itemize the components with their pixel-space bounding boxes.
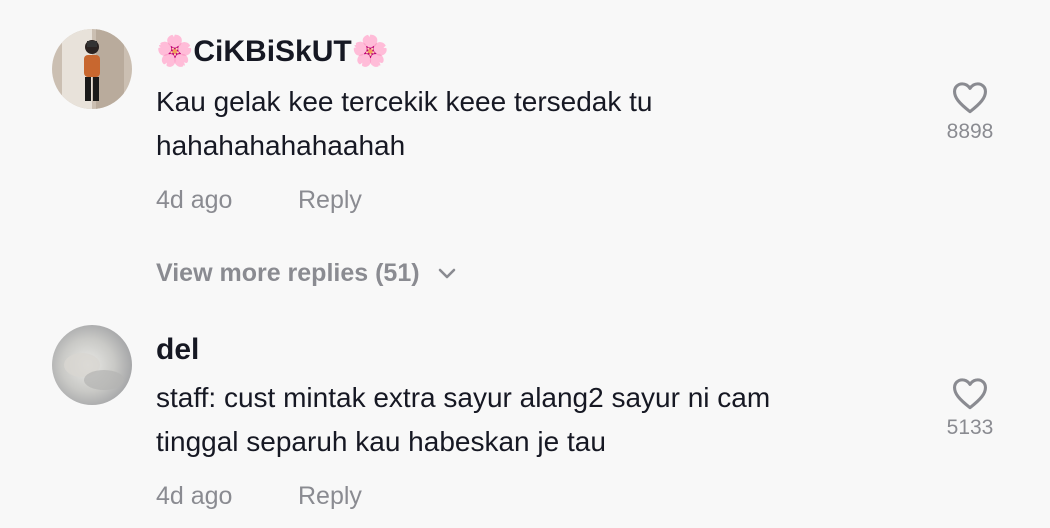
heart-outline-icon[interactable] xyxy=(951,80,989,114)
username[interactable]: 🌸CiKBiSkUT🌸 xyxy=(156,34,389,69)
username[interactable]: del xyxy=(156,333,199,367)
comment-text: Kau gelak kee tercekik keee tersedak tu … xyxy=(156,80,856,168)
flower-emoji: 🌸 xyxy=(156,35,194,68)
avatar[interactable] xyxy=(52,325,132,405)
comment-meta: 4d ago Reply xyxy=(156,482,362,511)
comment-text-line: staff: cust mintak extra sayur alang2 sa… xyxy=(156,382,771,413)
username-text: del xyxy=(156,333,200,366)
comment-text-line: hahahahahahaahah xyxy=(156,130,406,161)
timestamp: 4d ago xyxy=(156,186,233,214)
comment-meta: 4d ago Reply xyxy=(156,186,362,215)
view-more-replies-label: View more replies (51) xyxy=(156,259,420,287)
chevron-down-icon xyxy=(438,269,455,279)
reply-button[interactable]: Reply xyxy=(298,186,362,215)
comment-text: staff: cust mintak extra sayur alang2 sa… xyxy=(156,376,856,464)
reply-button[interactable]: Reply xyxy=(298,482,362,511)
like-button[interactable]: 8898 xyxy=(938,80,1002,144)
comment-text-line: tinggal separuh kau habeskan je tau xyxy=(156,426,606,457)
like-count: 5133 xyxy=(946,416,994,439)
username-text: CiKBiSkUT xyxy=(193,35,352,68)
like-count: 8898 xyxy=(946,120,994,143)
heart-outline-icon[interactable] xyxy=(951,376,989,410)
view-more-replies-button[interactable]: View more replies (51) xyxy=(156,259,457,288)
comment-text-line: Kau gelak kee tercekik keee tersedak tu xyxy=(156,86,653,117)
timestamp: 4d ago xyxy=(156,482,233,510)
flower-emoji: 🌸 xyxy=(351,35,390,68)
avatar[interactable] xyxy=(52,29,132,109)
like-button[interactable]: 5133 xyxy=(938,376,1002,440)
